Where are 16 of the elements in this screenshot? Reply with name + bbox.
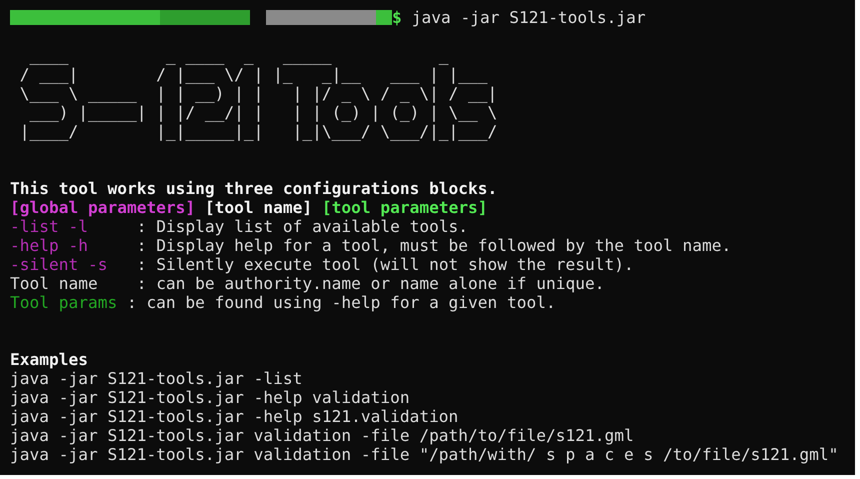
prompt-symbol: $: [392, 8, 402, 27]
help-line: -silent -s : Silently execute tool (will not show the result).: [10, 255, 634, 274]
example-command: java -jar S121-tools.jar -help s121.validation: [10, 407, 458, 426]
command-text: java -jar S121-tools.jar: [412, 8, 646, 27]
ascii-art-title-text: ____ _ ____ _ _____ _ / ___| / |___ \/ | |_ _|__ ___ | |___ \___ \ _____ | | __) | | | |/ _ \ / _ \| / __| ___) |_____| | |/ __/| | | | (_) | (_) | \__ \ |____/ |_|_____|_| |_|\___/ \___/|_|___/: [18, 46, 498, 141]
examples-heading: Examples: [10, 350, 88, 369]
example-command: java -jar S121-tools.jar -help validation: [10, 388, 410, 407]
example-command: java -jar S121-tools.jar -list: [10, 369, 302, 388]
help-line: -help -h : Display help for a tool, must be followed by the tool name.: [10, 236, 732, 255]
example-command: java -jar S121-tools.jar validation -file "/path/with/ s p a c e s /to/file/s121.gml": [10, 445, 838, 464]
help-line: This tool works using three configurations blocks.: [10, 179, 498, 198]
help-line: [global parameters] [tool name] [tool parameters]: [10, 198, 488, 217]
help-line: Tool params : can be found using -help for a given tool.: [10, 293, 556, 312]
help-line: -list -l : Display list of available tools.: [10, 217, 468, 236]
help-line: Tool name : can be authority.name or name alone if unique.: [10, 274, 604, 293]
example-command: java -jar S121-tools.jar validation -file /path/to/file/s121.gml: [10, 426, 634, 445]
